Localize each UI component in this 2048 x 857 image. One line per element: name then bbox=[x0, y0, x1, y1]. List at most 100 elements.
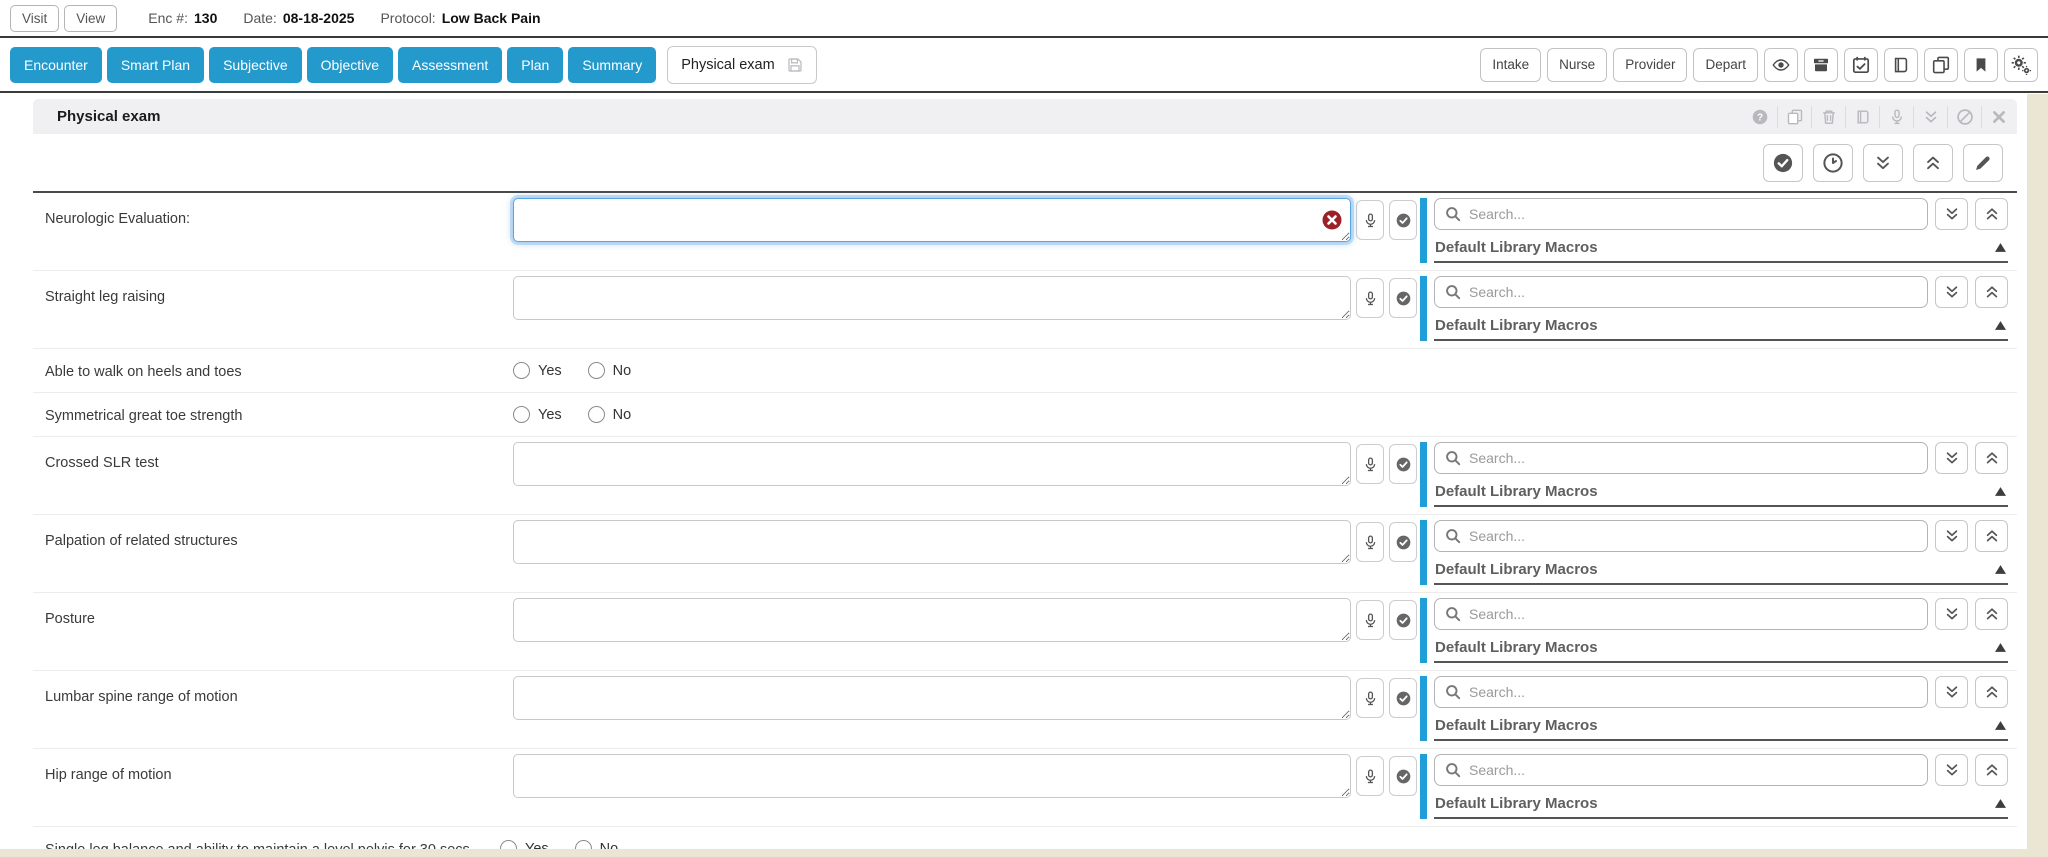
dictate-button[interactable] bbox=[1356, 200, 1384, 240]
macro-search-input[interactable] bbox=[1469, 450, 1917, 466]
collapse-macros-button[interactable] bbox=[1975, 598, 2008, 630]
nurse-button[interactable]: Nurse bbox=[1547, 48, 1607, 82]
macro-search-input[interactable] bbox=[1469, 684, 1917, 700]
macro-search-input[interactable] bbox=[1469, 606, 1917, 622]
palpation-textarea[interactable] bbox=[513, 520, 1351, 564]
complete-all-button[interactable] bbox=[1763, 144, 1803, 182]
history-button[interactable] bbox=[1813, 144, 1853, 182]
crossed-slr-test-textarea[interactable] bbox=[513, 442, 1351, 486]
macro-library-header[interactable]: Default Library Macros bbox=[1434, 786, 2008, 815]
calendar-button[interactable] bbox=[1844, 48, 1878, 82]
no-entry-icon[interactable] bbox=[1947, 106, 1981, 128]
macro-library-header[interactable]: Default Library Macros bbox=[1434, 630, 2008, 659]
macro-search-input[interactable] bbox=[1469, 762, 1917, 778]
complete-field-button[interactable] bbox=[1389, 678, 1417, 718]
complete-field-button[interactable] bbox=[1389, 278, 1417, 318]
settings-button[interactable] bbox=[2004, 48, 2038, 82]
radio-circle[interactable] bbox=[513, 362, 530, 379]
archive-button[interactable] bbox=[1804, 48, 1838, 82]
radio-label: Yes bbox=[538, 363, 562, 379]
neurologic-evaluation-textarea[interactable] bbox=[513, 198, 1351, 242]
macro-library-header[interactable]: Default Library Macros bbox=[1434, 552, 2008, 581]
posture-textarea[interactable] bbox=[513, 598, 1351, 642]
book-icon[interactable] bbox=[1845, 106, 1879, 128]
trash-icon[interactable] bbox=[1811, 106, 1845, 128]
expand-macros-button[interactable] bbox=[1935, 520, 1968, 552]
expand-macros-button[interactable] bbox=[1935, 676, 1968, 708]
provider-button[interactable]: Provider bbox=[1613, 48, 1687, 82]
dictate-button[interactable] bbox=[1356, 756, 1384, 796]
double-chevron-up-icon bbox=[1984, 206, 2000, 222]
search-icon bbox=[1445, 606, 1461, 622]
complete-field-button[interactable] bbox=[1389, 756, 1417, 796]
collapse-macros-button[interactable] bbox=[1975, 198, 2008, 230]
collapse-macros-button[interactable] bbox=[1975, 754, 2008, 786]
bookmark-button[interactable] bbox=[1964, 48, 1998, 82]
expand-all-button[interactable] bbox=[1863, 144, 1903, 182]
lumbar-rom-textarea[interactable] bbox=[513, 676, 1351, 720]
tab-plan[interactable]: Plan bbox=[507, 47, 563, 83]
hip-rom-textarea[interactable] bbox=[513, 754, 1351, 798]
dictate-button[interactable] bbox=[1356, 678, 1384, 718]
macro-library-header[interactable]: Default Library Macros bbox=[1434, 474, 2008, 503]
copy-icon[interactable] bbox=[1777, 106, 1811, 128]
edit-button[interactable] bbox=[1963, 144, 2003, 182]
expand-macros-button[interactable] bbox=[1935, 276, 1968, 308]
collapse-macros-button[interactable] bbox=[1975, 442, 2008, 474]
macro-search-input[interactable] bbox=[1469, 206, 1917, 222]
expand-macros-button[interactable] bbox=[1935, 754, 1968, 786]
dictate-button[interactable] bbox=[1356, 444, 1384, 484]
macro-library-header[interactable]: Default Library Macros bbox=[1434, 230, 2008, 259]
complete-field-button[interactable] bbox=[1389, 600, 1417, 640]
expand-macros-button[interactable] bbox=[1935, 198, 1968, 230]
close-icon[interactable] bbox=[1981, 106, 2015, 128]
help-icon[interactable] bbox=[1743, 106, 1777, 128]
double-chevron-down-icon[interactable] bbox=[1913, 106, 1947, 128]
expand-macros-button[interactable] bbox=[1935, 442, 1968, 474]
radio-circle[interactable] bbox=[588, 406, 605, 423]
intake-button[interactable]: Intake bbox=[1480, 48, 1541, 82]
radio-option-yes[interactable]: Yes bbox=[513, 406, 562, 423]
tab-assessment[interactable]: Assessment bbox=[398, 47, 502, 83]
depart-button[interactable]: Depart bbox=[1693, 48, 1758, 82]
radio-option-no[interactable]: No bbox=[588, 362, 632, 379]
double-chevron-down-icon bbox=[1944, 528, 1960, 544]
tab-physical-exam-active[interactable]: Physical exam bbox=[667, 46, 816, 84]
macro-library-header[interactable]: Default Library Macros bbox=[1434, 708, 2008, 737]
tab-subjective[interactable]: Subjective bbox=[209, 47, 302, 83]
collapse-macros-button[interactable] bbox=[1975, 276, 2008, 308]
dictate-button[interactable] bbox=[1356, 600, 1384, 640]
view-button[interactable]: View bbox=[64, 5, 117, 32]
visit-button[interactable]: Visit bbox=[10, 5, 59, 32]
tab-summary[interactable]: Summary bbox=[568, 47, 656, 83]
tab-encounter[interactable]: Encounter bbox=[10, 47, 102, 83]
macro-library-title: Default Library Macros bbox=[1435, 239, 1598, 256]
eye-button[interactable] bbox=[1764, 48, 1798, 82]
macro-panel: Default Library Macros bbox=[1420, 442, 2008, 507]
dictate-button[interactable] bbox=[1356, 522, 1384, 562]
radio-circle[interactable] bbox=[513, 406, 530, 423]
copy-forward-button[interactable] bbox=[1924, 48, 1958, 82]
radio-option-no[interactable]: No bbox=[588, 406, 632, 423]
complete-field-button[interactable] bbox=[1389, 444, 1417, 484]
clear-field-icon[interactable] bbox=[1322, 210, 1342, 230]
complete-field-button[interactable] bbox=[1389, 522, 1417, 562]
macro-library-header[interactable]: Default Library Macros bbox=[1434, 308, 2008, 337]
tab-smart-plan[interactable]: Smart Plan bbox=[107, 47, 204, 83]
collapse-macros-button[interactable] bbox=[1975, 520, 2008, 552]
expand-macros-button[interactable] bbox=[1935, 598, 1968, 630]
radio-option-yes[interactable]: Yes bbox=[513, 362, 562, 379]
library-button[interactable] bbox=[1884, 48, 1918, 82]
complete-field-button[interactable] bbox=[1389, 200, 1417, 240]
check-circle-icon bbox=[1396, 691, 1411, 706]
microphone-icon[interactable] bbox=[1879, 106, 1913, 128]
macro-search-input[interactable] bbox=[1469, 528, 1917, 544]
collapse-all-button[interactable] bbox=[1913, 144, 1953, 182]
tab-objective[interactable]: Objective bbox=[307, 47, 393, 83]
straight-leg-raising-textarea[interactable] bbox=[513, 276, 1351, 320]
dictate-button[interactable] bbox=[1356, 278, 1384, 318]
search-icon bbox=[1445, 684, 1461, 700]
radio-circle[interactable] bbox=[588, 362, 605, 379]
macro-search-input[interactable] bbox=[1469, 284, 1917, 300]
collapse-macros-button[interactable] bbox=[1975, 676, 2008, 708]
